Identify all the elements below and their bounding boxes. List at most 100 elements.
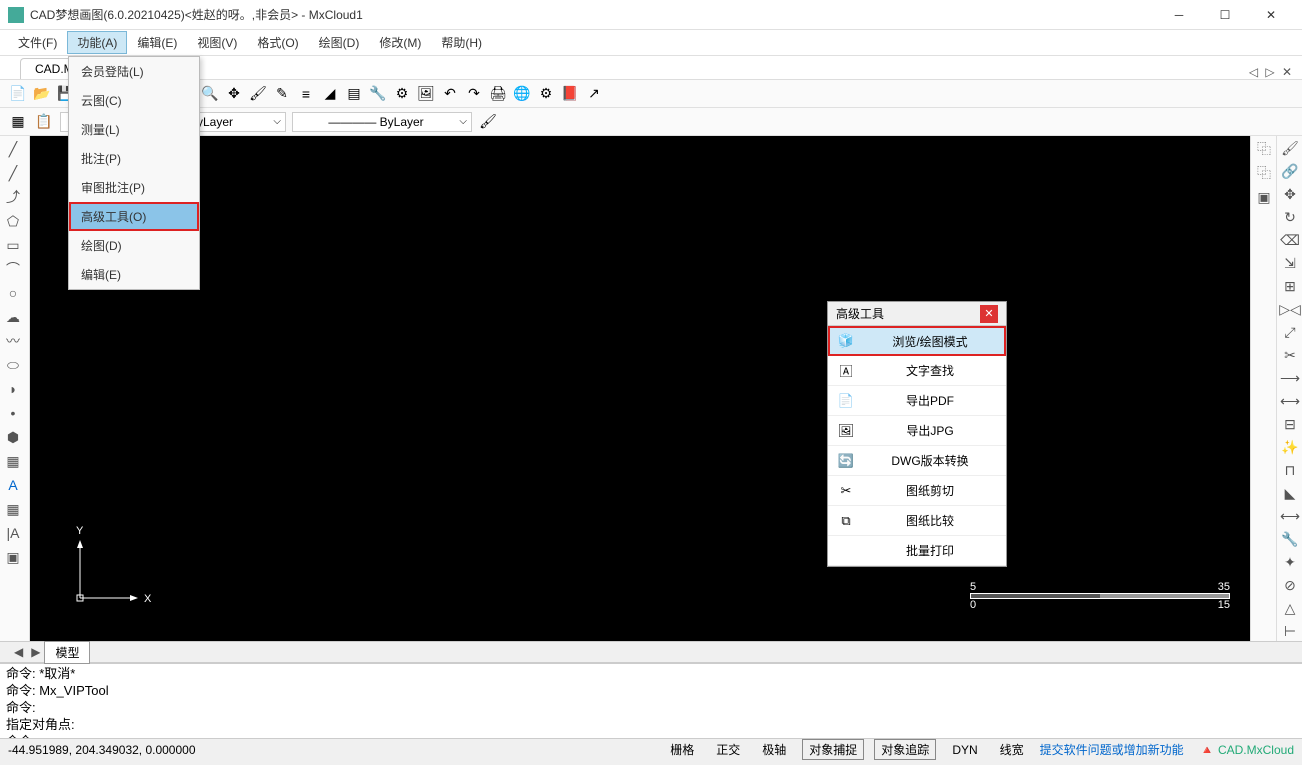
erase-icon[interactable]: ⌫ <box>1281 232 1299 249</box>
panel-item-dwg-convert[interactable]: 🔄DWG版本转换 <box>828 446 1006 476</box>
table-icon[interactable]: ▦ <box>4 500 22 518</box>
mtext-icon[interactable]: |A <box>4 524 22 542</box>
align-icon[interactable]: ⊢ <box>1281 623 1299 640</box>
globe-icon[interactable]: 🌐 <box>512 84 532 104</box>
status-otrack[interactable]: 对象追踪 <box>874 739 936 760</box>
dropdown-measure[interactable]: 测量(L) <box>69 115 199 144</box>
text-a-icon[interactable]: A <box>4 476 22 494</box>
extend-icon[interactable]: ⟶ <box>1281 370 1299 387</box>
status-ortho[interactable]: 正交 <box>710 740 746 759</box>
new-icon[interactable]: 📄 <box>8 84 28 104</box>
eraser-icon[interactable]: ◢ <box>320 84 340 104</box>
pencil-icon[interactable]: ✎ <box>272 84 292 104</box>
block2-icon[interactable]: ⊘ <box>1281 577 1299 594</box>
stack-icon[interactable]: ▣ <box>1255 188 1273 206</box>
pan-icon[interactable]: ✥ <box>224 84 244 104</box>
rotate-icon[interactable]: ↻ <box>1281 209 1299 226</box>
rectangle-icon[interactable]: ▭ <box>4 236 22 254</box>
panel-item-export-pdf[interactable]: 📄导出PDF <box>828 386 1006 416</box>
tab-nav[interactable]: ◁ ▷ ✕ <box>1241 65 1302 79</box>
move-icon[interactable]: ✥ <box>1281 186 1299 203</box>
mirror-icon[interactable]: ▷◁ <box>1281 301 1299 318</box>
trim-icon[interactable]: ✂ <box>1281 347 1299 364</box>
menu-file[interactable]: 文件(F) <box>8 31 67 54</box>
dropdown-cloud[interactable]: 云图(C) <box>69 86 199 115</box>
block-icon[interactable]: ⬢ <box>4 428 22 446</box>
status-polar[interactable]: 极轴 <box>756 740 792 759</box>
hatch-icon[interactable]: ▦ <box>4 452 22 470</box>
status-osnap[interactable]: 对象捕捉 <box>802 739 864 760</box>
linetype-select[interactable]: ———— ByLayer <box>292 112 472 132</box>
settings-icon[interactable]: ⚙ <box>536 84 556 104</box>
ellipse-arc-icon[interactable]: ◗ <box>4 380 22 398</box>
model-tab[interactable]: 模型 <box>44 641 90 664</box>
tool-b-icon[interactable]: ⚙ <box>392 84 412 104</box>
status-grid[interactable]: 栅格 <box>664 740 700 759</box>
dim-linear-icon[interactable]: ⟷ <box>1281 508 1299 525</box>
export-icon[interactable]: ↗ <box>584 84 604 104</box>
scale-icon[interactable]: ⤢ <box>1281 324 1299 341</box>
open-icon[interactable]: 📂 <box>32 84 52 104</box>
copy-icon[interactable]: ⿻ <box>1255 140 1273 158</box>
circle-icon[interactable]: ○ <box>4 284 22 302</box>
menu-modify[interactable]: 修改(M) <box>369 31 431 54</box>
stretch-icon[interactable]: ⟷ <box>1281 393 1299 410</box>
link-icon[interactable]: 🔗 <box>1281 163 1299 180</box>
undo-icon[interactable]: ↶ <box>440 84 460 104</box>
tool-a-icon[interactable]: 🔧 <box>368 84 388 104</box>
explode-icon[interactable]: ✦ <box>1281 554 1299 571</box>
zoom-icon[interactable]: 🔍 <box>200 84 220 104</box>
offset-icon[interactable]: ⇲ <box>1281 255 1299 272</box>
panel-item-browse-mode[interactable]: 🧊浏览/绘图模式 <box>828 326 1006 356</box>
layers-icon[interactable]: ≡ <box>296 84 316 104</box>
close-button[interactable]: ✕ <box>1248 0 1294 30</box>
menu-edit[interactable]: 编辑(E) <box>127 31 187 54</box>
chamfer-icon[interactable]: ◣ <box>1281 485 1299 502</box>
layer-icon[interactable]: ▦ <box>8 112 28 132</box>
command-line[interactable]: 命令: *取消* 命令: Mx_VIPTool 命令: 指定对角点: 命令: <box>0 663 1302 738</box>
dropdown-advanced-tools[interactable]: 高级工具(O) <box>69 202 199 231</box>
tab-prev-icon[interactable]: ◀ <box>10 645 27 659</box>
dropdown-draw[interactable]: 绘图(D) <box>69 231 199 260</box>
menu-format[interactable]: 格式(O) <box>247 31 308 54</box>
arc-icon[interactable]: ⌒ <box>4 260 22 278</box>
panel-item-text-find[interactable]: 🄰文字查找 <box>828 356 1006 386</box>
menu-view[interactable]: 视图(V) <box>187 31 247 54</box>
feedback-link[interactable]: 提交软件问题或增加新功能 <box>1040 741 1184 758</box>
polygon-icon[interactable]: ⬠ <box>4 212 22 230</box>
minimize-button[interactable]: ─ <box>1156 0 1202 30</box>
pdf-icon[interactable]: 📕 <box>560 84 580 104</box>
redo-icon[interactable]: ↷ <box>464 84 484 104</box>
region-icon[interactable]: ▣ <box>4 548 22 566</box>
panel-item-compare[interactable]: ⧉图纸比较 <box>828 506 1006 536</box>
sparkle-icon[interactable]: ✨ <box>1281 439 1299 456</box>
drawing-canvas[interactable]: X Y 535 015 高级工具 ✕ 🧊浏览/绘图模式 🄰文字查找 📄导出PDF… <box>30 136 1250 641</box>
layer-manager-icon[interactable]: 📋 <box>34 112 54 132</box>
array-icon[interactable]: ⊞ <box>1281 278 1299 295</box>
line-tool-icon[interactable]: ╱ <box>4 140 22 158</box>
dropdown-annotate[interactable]: 批注(P) <box>69 144 199 173</box>
paint-brush-icon[interactable]: 🖌 <box>1281 140 1299 157</box>
construction-line-icon[interactable]: ╱ <box>4 164 22 182</box>
point-icon[interactable]: • <box>4 404 22 422</box>
polyline-icon[interactable]: ⤴ <box>4 188 22 206</box>
panel-header[interactable]: 高级工具 ✕ <box>828 302 1006 326</box>
spline-icon[interactable]: 〰 <box>4 332 22 350</box>
tab-next-icon[interactable]: ▶ <box>27 645 44 659</box>
brush-icon[interactable]: 🖌 <box>248 84 268 104</box>
menu-help[interactable]: 帮助(H) <box>431 31 492 54</box>
menu-function[interactable]: 功能(A) <box>67 31 127 54</box>
ellipse-icon[interactable]: ⬭ <box>4 356 22 374</box>
break-icon[interactable]: ⊟ <box>1281 416 1299 433</box>
panel-item-crop[interactable]: ✂图纸剪切 <box>828 476 1006 506</box>
brush2-icon[interactable]: 🖌 <box>478 112 498 132</box>
maximize-button[interactable]: ☐ <box>1202 0 1248 30</box>
join-icon[interactable]: ⊓ <box>1281 462 1299 479</box>
copy2-icon[interactable]: ⿻ <box>1255 164 1273 182</box>
status-dyn[interactable]: DYN <box>946 742 983 758</box>
panel-item-export-jpg[interactable]: 🖼导出JPG <box>828 416 1006 446</box>
print-icon[interactable]: 🖨 <box>488 84 508 104</box>
revision-cloud-icon[interactable]: ☁ <box>4 308 22 326</box>
triangle-icon[interactable]: △ <box>1281 600 1299 617</box>
status-lineweight[interactable]: 线宽 <box>994 740 1030 759</box>
